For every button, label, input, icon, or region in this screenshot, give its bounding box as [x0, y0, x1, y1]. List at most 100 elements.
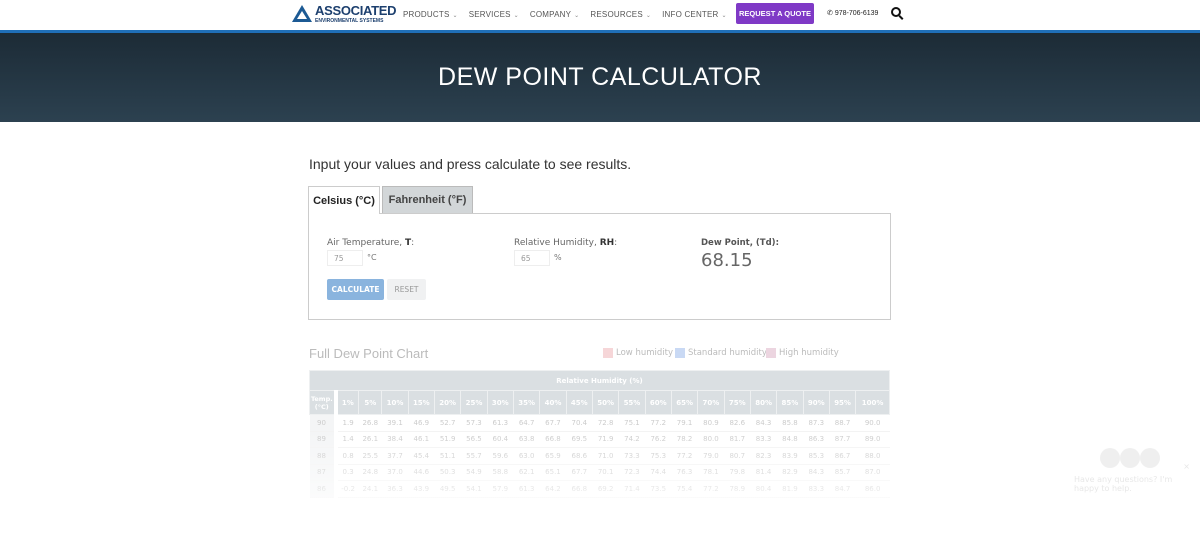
- reset-button[interactable]: RESET: [387, 279, 426, 300]
- tab-celsius[interactable]: Celsius (°C): [308, 186, 380, 214]
- agent-avatar: [1120, 448, 1140, 468]
- nav-item-resources[interactable]: RESOURCES ⌄: [590, 10, 651, 19]
- value-cell: 64.7: [513, 414, 540, 432]
- tab-fahrenheit[interactable]: Fahrenheit (°F): [382, 186, 473, 214]
- value-cell: 75.1: [618, 414, 646, 432]
- column-header: 20%: [433, 390, 462, 415]
- rh-input[interactable]: 65: [514, 250, 550, 266]
- logo-subtext: ENVIRONMENTAL SYSTEMS: [315, 18, 384, 24]
- page-title: DEW POINT CALCULATOR: [438, 63, 762, 91]
- column-header: 5%: [358, 390, 383, 415]
- search-icon[interactable]: [891, 7, 901, 17]
- rh-label: Relative Humidity, RH:: [514, 238, 618, 248]
- value-cell: 72.8: [592, 414, 619, 432]
- chat-widget[interactable]: × Have any questions? I'm happy to help.: [1068, 448, 1194, 498]
- temp-input[interactable]: 75: [327, 250, 363, 266]
- value-cell: 39.1: [381, 414, 409, 432]
- nav-label: INFO CENTER: [662, 9, 719, 19]
- value-cell: 67.7: [539, 414, 567, 432]
- value-cell: 79.1: [671, 414, 698, 432]
- chevron-down-icon: ⌄: [513, 12, 519, 19]
- column-header: 75%: [723, 390, 751, 415]
- column-header: 85%: [776, 390, 804, 415]
- column-header: 90%: [802, 390, 830, 415]
- nav-label: RESOURCES: [590, 9, 643, 19]
- chevron-down-icon: ⌄: [574, 12, 580, 19]
- value-cell: 80.9: [697, 414, 725, 432]
- column-header: 45%: [565, 390, 593, 415]
- column-header: 35%: [512, 390, 541, 415]
- dew-point-value: 68.15: [701, 250, 753, 271]
- temp-cell: 90: [309, 414, 336, 432]
- column-header: 80%: [749, 390, 778, 415]
- group-header: Relative Humidity (%): [309, 370, 890, 391]
- column-header: 50%: [591, 390, 620, 415]
- agent-avatar: [1100, 448, 1120, 468]
- hero-banner: DEW POINT CALCULATOR: [0, 33, 1200, 122]
- agent-avatar: [1140, 448, 1160, 468]
- chat-message: Have any questions? I'm happy to help.: [1074, 475, 1173, 493]
- high-swatch: [766, 348, 776, 358]
- legend-high: High humidity: [766, 348, 839, 358]
- temp-label: Air Temperature, T:: [327, 238, 415, 248]
- column-header: 40%: [539, 390, 567, 415]
- nav-label: PRODUCTS: [403, 9, 450, 19]
- nav-item-info-center[interactable]: INFO CENTER ⌄: [662, 10, 727, 19]
- column-header: 100%: [855, 390, 890, 415]
- temp-unit: °C: [367, 253, 377, 262]
- value-cell: 85.8: [776, 414, 804, 432]
- nav-item-services[interactable]: SERVICES ⌄: [469, 10, 519, 19]
- value-cell: 46.9: [408, 414, 435, 432]
- legend-standard: Standard humidity: [675, 348, 767, 358]
- top-nav: ASSOCIATED ENVIRONMENTAL SYSTEMS PRODUCTS…: [0, 0, 1200, 30]
- low-swatch: [603, 348, 613, 358]
- dew-point-label: Dew Point, (Td):: [701, 238, 779, 248]
- column-header: 30%: [486, 390, 514, 415]
- column-header: 95%: [828, 390, 857, 415]
- value-cell: 87.3: [803, 414, 830, 432]
- calculate-button[interactable]: CALCULATE: [327, 279, 384, 300]
- standard-swatch: [675, 348, 685, 358]
- column-header: 15%: [407, 390, 435, 415]
- phone-link[interactable]: ✆ 978-706-6139: [827, 9, 878, 17]
- value-cell: 52.7: [434, 414, 461, 432]
- value-cell: 70.4: [566, 414, 593, 432]
- value-cell: 82.6: [724, 414, 751, 432]
- fade-overlay: [0, 430, 1200, 558]
- legend-low: Low humidity: [603, 348, 673, 358]
- rh-unit: %: [554, 253, 562, 262]
- value-cell: 26.8: [358, 414, 382, 432]
- value-cell: 84.3: [750, 414, 777, 432]
- column-header: 1%: [333, 390, 360, 415]
- nav-item-company[interactable]: COMPANY ⌄: [530, 10, 580, 19]
- nav-item-products[interactable]: PRODUCTS ⌄: [403, 10, 458, 19]
- value-cell: 77.2: [645, 414, 672, 432]
- column-header: 25%: [460, 390, 488, 415]
- phone-number: 978-706-6139: [834, 10, 879, 17]
- phone-icon: ✆: [827, 10, 835, 17]
- value-cell: 90.0: [855, 414, 890, 432]
- value-cell: 1.9: [333, 414, 359, 432]
- column-header: 65%: [670, 390, 699, 415]
- request-quote-button[interactable]: REQUEST A QUOTE: [736, 3, 814, 24]
- calculator-panel: Air Temperature, T: 75 °C Relative Humid…: [308, 213, 891, 320]
- close-icon[interactable]: ×: [1183, 462, 1190, 471]
- chart-title: Full Dew Point Chart: [309, 346, 429, 361]
- chevron-down-icon: ⌄: [721, 12, 727, 19]
- temp-header: Temp. (°C): [309, 390, 336, 415]
- value-cell: 57.3: [460, 414, 488, 432]
- nav-label: COMPANY: [529, 9, 572, 19]
- column-header: 60%: [644, 390, 672, 415]
- logo[interactable]: ASSOCIATED ENVIRONMENTAL SYSTEMS: [292, 3, 397, 24]
- intro-text: Input your values and press calculate to…: [309, 156, 632, 172]
- value-cell: 61.3: [487, 414, 514, 432]
- chevron-down-icon: ⌄: [645, 12, 652, 19]
- chevron-down-icon: ⌄: [452, 12, 458, 19]
- logo-triangle-icon: [292, 5, 312, 22]
- value-cell: 88.7: [829, 414, 856, 432]
- logo-text: ASSOCIATED: [315, 3, 397, 18]
- main-menu: PRODUCTS ⌄ SERVICES ⌄ COMPANY ⌄ RESOURCES ⌄ INFO…: [403, 0, 777, 28]
- column-header: 10%: [381, 390, 409, 415]
- table-row: 90 1.9 26.8 39.1 46.9 52.7 57.3 61.3 64.7 67.7 70.…: [309, 414, 890, 432]
- nav-label: SERVICES: [468, 9, 511, 19]
